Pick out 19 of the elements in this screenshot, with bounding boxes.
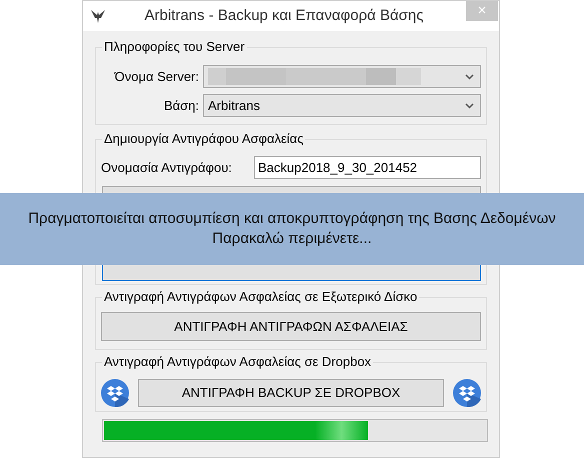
- group-legend: Αντιγραφή Αντιγράφων Ασφαλείας σε Εξωτερικό Δίσκο: [102, 289, 420, 305]
- bird-icon: [91, 9, 105, 23]
- banner-text: Παρακαλώ περιμένετε...: [212, 229, 372, 249]
- dropbox-backup-button[interactable]: ΑΝΤΙΓΡΑΦΗ BACKUP ΣΕ DROPBOX: [138, 379, 444, 407]
- backup-name-field[interactable]: Backup2018_9_30_201452: [254, 156, 481, 179]
- dropbox-icon[interactable]: [101, 379, 129, 407]
- database-dropdown[interactable]: Arbitrans: [203, 94, 481, 117]
- window-title: Arbitrans - Backup και Επαναφορά Βάσης: [144, 6, 424, 26]
- group-legend: Δημιουργία Αντιγράφου Ασφαλείας: [102, 131, 306, 147]
- copy-backups-button[interactable]: ΑΝΤΙΓΡΑΦΗ ΑΝΤΙΓΡΑΦΩΝ ΑΣΦΑΛΕΙΑΣ: [101, 312, 481, 341]
- dropbox-icon[interactable]: [453, 379, 481, 407]
- field-label: Ονομασία Αντιγράφου:: [101, 158, 233, 177]
- chevron-down-icon: [465, 74, 474, 80]
- group-legend: Πληροφορίες του Server: [102, 39, 247, 55]
- banner-text: Πραγματοποιείται αποσυμπίεση και αποκρυπτογράφηση της Βασης Δεδομένων: [28, 209, 556, 229]
- field-label: Βάση:: [162, 96, 200, 115]
- chevron-down-icon: [465, 102, 474, 108]
- group-legend: Αντιγραφή Αντιγράφων Ασφαλείας σε Dropbox: [102, 354, 374, 370]
- field-label: Όνομα Server:: [113, 68, 200, 86]
